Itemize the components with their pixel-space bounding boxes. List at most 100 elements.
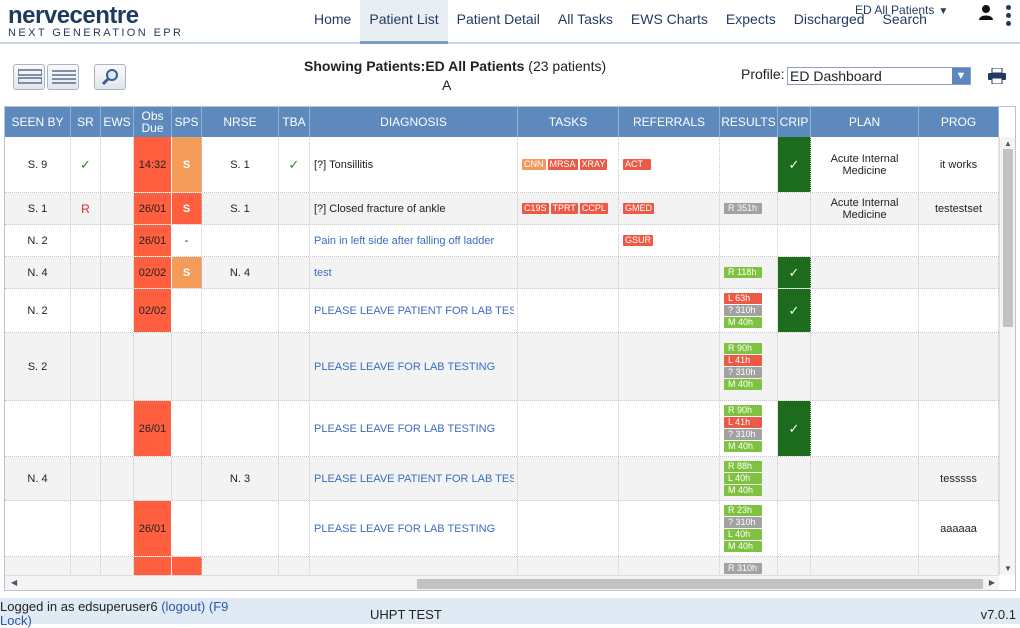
column-header-diag[interactable]: DIAGNOSIS [310, 107, 518, 137]
vertical-scroll-thumb[interactable] [1003, 149, 1013, 327]
result-badge[interactable]: R 310h [724, 563, 762, 574]
result-badge[interactable]: L 63h [724, 293, 762, 304]
printer-icon[interactable] [988, 68, 1006, 84]
diagnosis-text[interactable]: Pain in left side after falling off ladd… [310, 235, 514, 247]
seen-text: S. 9 [27, 158, 48, 171]
cell-diag: PLEASE LEAVE FOR LAB TESTING [310, 333, 518, 400]
table-row[interactable]: S. 2 PLEASE LEAVE FOR LAB TESTING R 90h L 4… [5, 333, 999, 401]
nav-patient-detail[interactable]: Patient Detail [448, 0, 549, 44]
result-badge[interactable]: M 40h [724, 441, 762, 452]
task-badge[interactable]: C19S [522, 203, 549, 214]
referral-badge[interactable]: GSUR [623, 235, 654, 246]
referral-badge[interactable]: GMED [623, 203, 654, 214]
result-badge[interactable]: L 41h [724, 355, 762, 366]
logo[interactable]: nervecentre NEXT GENERATION EPR [8, 2, 183, 39]
search-patient-button[interactable] [94, 64, 126, 90]
column-header-sps[interactable]: SPS [172, 107, 202, 137]
column-header-refs[interactable]: REFERRALS [619, 107, 720, 137]
result-badge[interactable]: ? 310h [724, 305, 762, 316]
diagnosis-text[interactable]: PLEASE LEAVE PATIENT FOR LAB TESTING [310, 473, 514, 485]
layout-compact-button[interactable] [13, 64, 45, 90]
table-row[interactable]: N. 4 N. 3 PLEASE LEAVE PATIENT FOR LAB TES… [5, 457, 999, 501]
cell-sr [71, 557, 101, 575]
result-badge[interactable]: M 40h [724, 317, 762, 328]
footer: Logged in as edsuperuser6 (logout) (F9 L… [0, 598, 1020, 628]
result-badge[interactable]: M 40h [724, 541, 762, 552]
referral-badge[interactable]: ACT [623, 159, 651, 170]
column-header-tba[interactable]: TBA [279, 107, 310, 137]
obs-due-text: 14:32 [138, 158, 167, 171]
scroll-down-icon[interactable]: ▼ [1004, 564, 1012, 573]
nav-ews-charts[interactable]: EWS Charts [622, 0, 717, 44]
sps-text: - [184, 234, 189, 247]
result-badge[interactable]: ? 310h [724, 367, 762, 378]
result-badge[interactable]: R 23h [724, 505, 762, 516]
task-badge[interactable]: XRAY [579, 159, 608, 170]
user-icon[interactable] [978, 4, 994, 20]
kebab-menu-icon[interactable] [1006, 5, 1012, 29]
nav-all-tasks[interactable]: All Tasks [549, 0, 622, 44]
scroll-right-icon[interactable]: ▶ [989, 578, 995, 587]
column-header-prog[interactable]: PROG [919, 107, 999, 137]
column-header-crip[interactable]: CRIP [778, 107, 811, 137]
profile-select[interactable]: ED Dashboard ▼ [787, 67, 971, 85]
task-badge[interactable]: CCPL [579, 203, 608, 214]
task-badge[interactable]: MRSA [547, 159, 578, 170]
diagnosis-text[interactable]: PLEASE LEAVE FOR LAB TESTING [310, 361, 514, 373]
grid-body: S. 9 ✓ 14:32 S S. 1 ✓ [?] Tonsillitis CNN MRSA XR… [5, 137, 999, 575]
result-badge[interactable]: R 118h [724, 267, 762, 278]
diagnosis-text[interactable]: PLEASE LEAVE FOR LAB TESTING [310, 523, 514, 535]
result-badge[interactable]: L 40h [724, 529, 762, 540]
column-header-sr[interactable]: SR [71, 107, 101, 137]
logout-link[interactable]: (logout) [161, 599, 205, 614]
scroll-left-icon[interactable]: ◀ [11, 578, 17, 587]
horizontal-scroll-thumb[interactable] [417, 579, 983, 589]
diagnosis-text[interactable]: test [310, 267, 514, 279]
table-row[interactable]: 26/01 PLEASE LEAVE FOR LAB TESTING R 90h L … [5, 401, 999, 457]
table-row[interactable]: 26/01 PLEASE LEAVE FOR LAB TESTING R 23h? … [5, 501, 999, 557]
result-badges: L 63h? 310h M 40h [720, 293, 762, 328]
table-row[interactable]: N. 2 02/02 PLEASE LEAVE PATIENT FOR LAB TE… [5, 289, 999, 333]
result-badge[interactable]: R 90h [724, 343, 762, 354]
column-header-obs[interactable]: Obs Due [134, 107, 172, 137]
cell-results: R 118h [720, 257, 778, 288]
task-badge[interactable]: CNN [522, 159, 546, 170]
view-selector[interactable]: ED All Patients ▼ [855, 3, 948, 17]
diagnosis-text[interactable]: PLEASE LEAVE PATIENT FOR LAB TESTING [310, 305, 514, 317]
vertical-scrollbar[interactable]: ▲ ▼ [999, 137, 1015, 575]
result-badge[interactable]: L 41h [724, 417, 762, 428]
scroll-up-icon[interactable]: ▲ [1004, 139, 1012, 148]
nav-patient-list[interactable]: Patient List [360, 0, 448, 44]
task-badge[interactable]: TPRT [550, 203, 578, 214]
cell-plan [811, 225, 919, 256]
cell-results [720, 137, 778, 192]
cell-sps [172, 289, 202, 332]
result-badge[interactable]: R 90h [724, 405, 762, 416]
layout-list-button[interactable] [47, 64, 79, 90]
profile-select-value: ED Dashboard [790, 68, 882, 84]
result-badge[interactable]: L 40h [724, 473, 762, 484]
table-row[interactable]: S. 9 ✓ 14:32 S S. 1 ✓ [?] Tonsillitis CNN MRSA XR… [5, 137, 999, 193]
column-header-tasks[interactable]: TASKS [518, 107, 619, 137]
result-badge[interactable]: ? 310h [724, 517, 762, 528]
result-badge[interactable]: R 351h [724, 203, 762, 214]
nav-home[interactable]: Home [305, 0, 360, 44]
nav-expects[interactable]: Expects [717, 0, 785, 44]
table-row[interactable]: S. 1 R 26/01 S S. 1 [?] Closed fracture of an… [5, 193, 999, 225]
table-row[interactable]: R 310h [5, 557, 999, 575]
diagnosis-text[interactable]: PLEASE LEAVE FOR LAB TESTING [310, 423, 514, 435]
column-header-results[interactable]: RESULTS [720, 107, 778, 137]
horizontal-scrollbar[interactable]: ◀ ▶ [5, 575, 999, 590]
cell-nrse: S. 1 [202, 137, 279, 192]
result-badge[interactable]: M 40h [724, 379, 762, 390]
result-badge[interactable]: M 40h [724, 485, 762, 496]
column-header-plan[interactable]: PLAN [811, 107, 919, 137]
column-header-nrse[interactable]: NRSE [202, 107, 279, 137]
cell-plan: Acute Internal Medicine [811, 193, 919, 224]
column-header-ews[interactable]: EWS [101, 107, 134, 137]
table-row[interactable]: N. 2 26/01 - Pain in left side after fallin… [5, 225, 999, 257]
table-row[interactable]: N. 4 02/02 S N. 4 test R 118h ✓ [5, 257, 999, 289]
column-header-seen[interactable]: SEEN BY [5, 107, 71, 137]
result-badge[interactable]: ? 310h [724, 429, 762, 440]
result-badge[interactable]: R 88h [724, 461, 762, 472]
